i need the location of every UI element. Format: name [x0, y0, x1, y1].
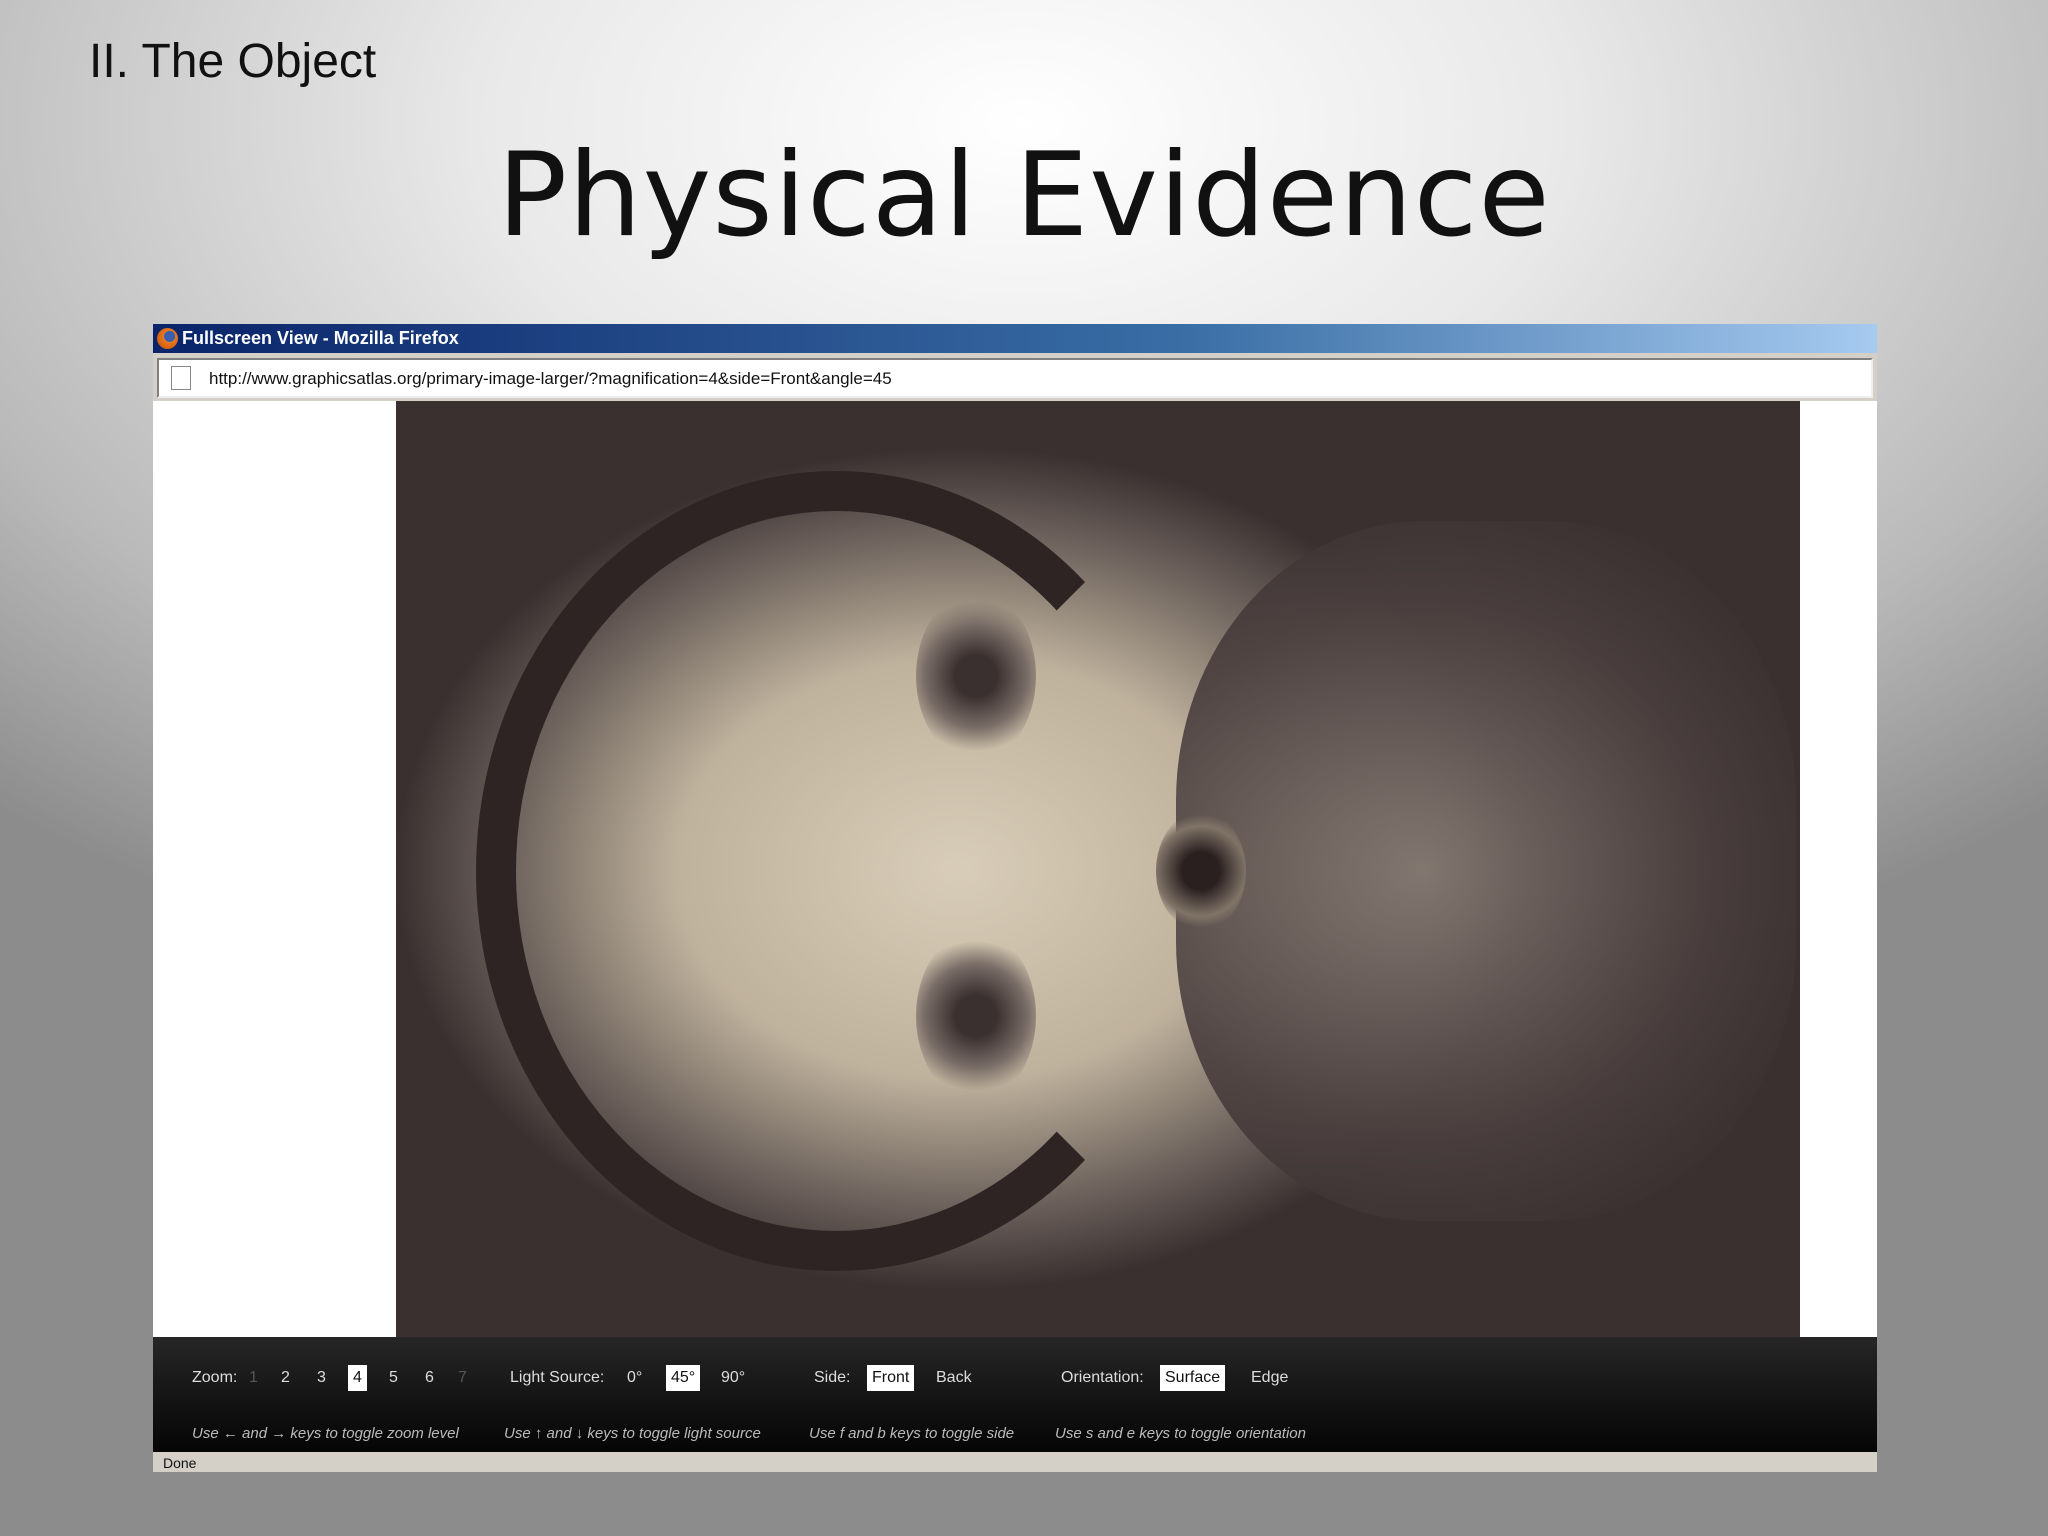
- zoom-hint: Use ← and → keys to toggle zoom level: [192, 1425, 459, 1442]
- section-heading: II. The Object: [89, 35, 377, 88]
- side-front-button[interactable]: Front: [867, 1365, 915, 1391]
- daguerreotype-image: [396, 401, 1800, 1337]
- side-label: Side:: [814, 1369, 851, 1386]
- light-hint: Use ↑ and ↓ keys to toggle light source: [504, 1425, 761, 1442]
- status-bar: Done: [153, 1452, 1877, 1472]
- light-45-button[interactable]: 45°: [666, 1365, 701, 1391]
- orientation-edge-button[interactable]: Edge: [1251, 1365, 1288, 1391]
- portrait-eye: [916, 931, 1036, 1101]
- zoom-level-1: 1: [249, 1369, 258, 1386]
- orientation-surface-button[interactable]: Surface: [1160, 1365, 1226, 1391]
- page-content: [153, 401, 1877, 1337]
- zoom-level-4[interactable]: 4: [348, 1365, 367, 1391]
- zoom-level-3[interactable]: 3: [317, 1365, 326, 1391]
- window-titlebar: Fullscreen View - Mozilla Firefox: [153, 324, 1877, 353]
- url-text[interactable]: http://www.graphicsatlas.org/primary-ima…: [209, 369, 892, 389]
- light-source-label: Light Source:: [510, 1369, 605, 1386]
- side-back-button[interactable]: Back: [936, 1365, 972, 1391]
- side-hint: Use f and b keys to toggle side: [809, 1425, 1015, 1442]
- zoom-level-5[interactable]: 5: [389, 1365, 398, 1391]
- portrait-hair: [476, 471, 1196, 1271]
- zoom-level-7: 7: [458, 1369, 467, 1386]
- zoom-level-6[interactable]: 6: [425, 1365, 434, 1391]
- zoom-level-2[interactable]: 2: [281, 1365, 290, 1391]
- portrait-nose: [1156, 811, 1246, 931]
- portrait-beard: [1176, 521, 1796, 1221]
- address-bar[interactable]: http://www.graphicsatlas.org/primary-ima…: [157, 358, 1873, 398]
- browser-window: Fullscreen View - Mozilla Firefox http:/…: [153, 324, 1877, 1472]
- light-90-button[interactable]: 90°: [721, 1365, 745, 1391]
- light-0-button[interactable]: 0°: [627, 1365, 642, 1391]
- window-title: Fullscreen View - Mozilla Firefox: [182, 328, 459, 348]
- firefox-icon: [157, 328, 178, 349]
- slide-title: Physical Evidence: [497, 128, 1551, 263]
- portrait-eye: [916, 591, 1036, 761]
- page-icon: [171, 366, 191, 390]
- zoom-label: Zoom:: [192, 1369, 238, 1386]
- orientation-hint: Use s and e keys to toggle orientation: [1055, 1425, 1306, 1442]
- orientation-label: Orientation:: [1061, 1369, 1144, 1386]
- viewer-toolbar: Zoom: 1 2 3 4 5 6 7 Light Source: 0° 45°…: [153, 1337, 1877, 1452]
